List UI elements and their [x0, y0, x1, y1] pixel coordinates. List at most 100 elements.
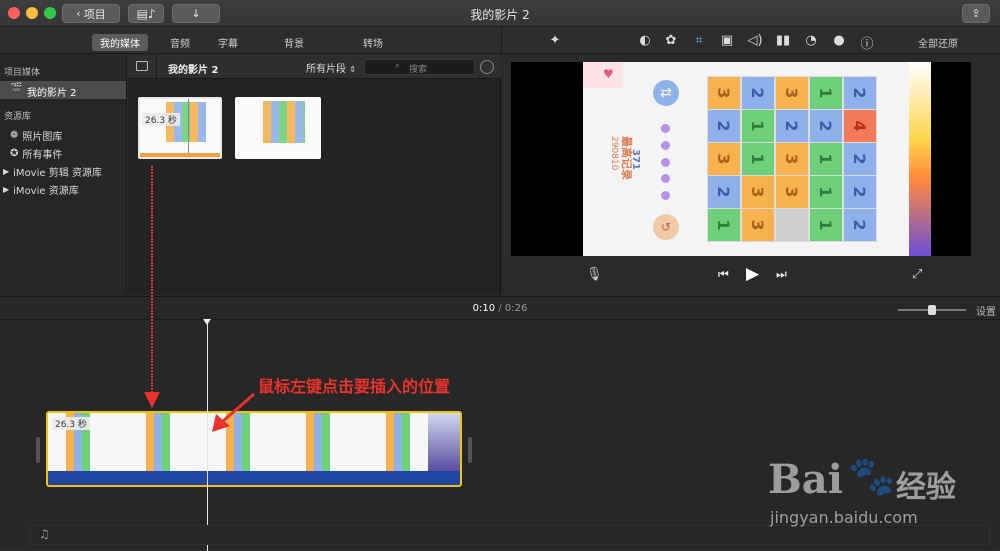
grid-cell[interactable]: 1: [810, 143, 842, 175]
grid-cell[interactable]: 2: [708, 176, 740, 208]
play-icon[interactable]: ▶: [746, 264, 759, 284]
clip-filter-dropdown[interactable]: 所有片段 ⇕: [306, 60, 356, 75]
grid-cell[interactable]: 2: [844, 143, 876, 175]
grid-cell[interactable]: 2: [742, 77, 774, 109]
grid-cell[interactable]: 3: [776, 143, 808, 175]
score-value: 371: [629, 149, 641, 170]
search-icon: ⌕: [395, 61, 401, 71]
undo-icon[interactable]: ↺: [653, 214, 679, 240]
timeline-left-handle[interactable]: [36, 437, 40, 463]
viewer: ♥ 最高记录 290810 371 ⇄ ↺ 323122122431312233…: [502, 55, 1000, 295]
window-title: 我的影片 2: [470, 8, 530, 22]
grid-cell[interactable]: 2: [844, 209, 876, 241]
media-clip-1[interactable]: 26.3 秒: [138, 97, 222, 159]
swap-icon[interactable]: ⇄: [653, 80, 679, 106]
paw-icon: 🐾: [848, 454, 896, 498]
timeline-clip[interactable]: 26.3 秒: [46, 411, 462, 487]
clip-frames: [48, 413, 460, 471]
disclosure-triangle-icon[interactable]: ▶: [3, 167, 9, 176]
clip-filter-label: 所有片段: [306, 64, 346, 75]
skimmer-line: [188, 99, 189, 157]
sidebar-item-photos[interactable]: ❁ 照片图库: [10, 128, 62, 143]
sidebar-toggle-icon[interactable]: [136, 61, 148, 71]
tab-audio[interactable]: 音频: [170, 35, 190, 50]
sidebar-item-label: 照片图库: [22, 132, 63, 143]
settings-gear-icon[interactable]: [480, 60, 494, 74]
grid-cell[interactable]: 1: [810, 209, 842, 241]
grid-cell[interactable]: 1: [810, 176, 842, 208]
media-clip-2[interactable]: [235, 97, 321, 159]
sidebar-item-imovie-library[interactable]: ▶ iMovie 资源库: [3, 182, 79, 197]
section-project-media: 项目媒体: [4, 68, 41, 78]
app-banner: [909, 62, 931, 256]
record-value: 290810: [609, 136, 619, 171]
tab-transitions[interactable]: 转场: [363, 35, 383, 50]
toolbar: 我的媒体 音频 字幕 背景 转场 ✦ ◐ ✿ ⌗ ▣ ◁) ▮▮ ◔ ● ⓘ 全…: [0, 27, 1000, 54]
microphone-icon[interactable]: 🎙: [586, 267, 603, 282]
grid-cell[interactable]: 3: [708, 143, 740, 175]
skip-forward-icon[interactable]: ⏭: [776, 267, 787, 282]
grid-cell[interactable]: 3: [742, 176, 774, 208]
playhead-marker[interactable]: [203, 319, 211, 325]
tab-backgrounds[interactable]: 背景: [284, 35, 304, 50]
filter-icon[interactable]: ●: [830, 33, 848, 49]
audio-waveform-bar[interactable]: [48, 471, 460, 485]
crop-icon[interactable]: ⌗: [690, 33, 708, 49]
grid-cell[interactable]: 3: [742, 209, 774, 241]
grid-cell[interactable]: 2: [844, 77, 876, 109]
record-block: 最高记录 290810: [587, 136, 635, 180]
watermark: Bai 🐾 经验 jingyan.baidu.com: [768, 450, 988, 540]
heart-panel: ♥: [583, 62, 623, 88]
grid-cell[interactable]: 2: [776, 110, 808, 142]
timeline-settings-button[interactable]: 设置: [976, 303, 996, 318]
grid-cell[interactable]: 3: [776, 77, 808, 109]
title-bar: ‹ 项目 ▤♪ ↓ 我的影片 2 ⇪: [0, 0, 1000, 27]
playhead[interactable]: [203, 319, 211, 551]
color-balance-icon[interactable]: ◐: [636, 33, 654, 49]
sidebar-item-project-label: 我的影片 2: [27, 88, 77, 99]
speed-icon[interactable]: ◔: [802, 33, 820, 49]
watermark-brand2: 经验: [896, 470, 956, 505]
share-button[interactable]: ⇪: [962, 4, 990, 23]
sidebar-item-label: iMovie 资源库: [13, 186, 79, 197]
volume-icon[interactable]: ◁): [746, 33, 764, 49]
section-libraries: 资源库: [4, 112, 32, 122]
skip-back-icon[interactable]: ⏮: [718, 267, 729, 282]
watermark-url: jingyan.baidu.com: [770, 508, 918, 527]
tab-titles[interactable]: 字幕: [218, 35, 238, 50]
equalizer-icon[interactable]: ▮▮: [774, 33, 792, 49]
sidebar-item-imovie-clips-library[interactable]: ▶ iMovie 剪辑 资源库: [3, 164, 102, 179]
timeline-right-handle[interactable]: [468, 437, 472, 463]
grid-cell[interactable]: 2: [810, 110, 842, 142]
grid-cell[interactable]: [776, 209, 808, 241]
grid-cell[interactable]: 1: [810, 77, 842, 109]
disclosure-triangle-icon[interactable]: ▶: [3, 185, 9, 194]
search-field[interactable]: ⌕ 搜索: [364, 59, 475, 75]
grid-cell[interactable]: 1: [708, 209, 740, 241]
tab-my-media[interactable]: 我的媒体: [92, 34, 148, 51]
video-preview: ♥ 最高记录 290810 371 ⇄ ↺ 323122122431312233…: [511, 62, 971, 256]
sidebar-item-all-events[interactable]: ✪ 所有事件: [10, 146, 62, 161]
info-icon[interactable]: ⓘ: [858, 33, 876, 52]
color-palette-icon[interactable]: ✿: [662, 33, 680, 49]
grid-cell[interactable]: 1: [742, 143, 774, 175]
grid-cell[interactable]: 3: [708, 77, 740, 109]
timeline-ruler: [0, 319, 1000, 320]
magic-wand-icon[interactable]: ✦: [546, 33, 564, 49]
grid-cell[interactable]: 2: [708, 110, 740, 142]
grid-cell[interactable]: 1: [742, 110, 774, 142]
clip-used-bar: [140, 153, 220, 157]
fullscreen-icon[interactable]: ⤢: [912, 267, 922, 282]
zoom-slider[interactable]: [898, 305, 966, 315]
grid-cell[interactable]: 3: [776, 176, 808, 208]
camera-icon[interactable]: ▣: [718, 33, 736, 49]
sidebar-item-project[interactable]: 🎬 我的影片 2: [0, 81, 126, 99]
grid-cell[interactable]: 2: [844, 176, 876, 208]
clip-duration-badge: 26.3 秒: [52, 417, 90, 430]
updown-chevron-icon: ⇕: [349, 65, 356, 74]
clip-thumbnail-image: [263, 101, 305, 143]
sidebar: 项目媒体 🎬 我的影片 2 资源库 ❁ 照片图库 ✪ 所有事件 ▶ iMovie…: [0, 55, 127, 295]
grid-cell[interactable]: 4: [844, 110, 876, 142]
zoom-slider-knob[interactable]: [928, 305, 936, 315]
reset-all-button[interactable]: 全部还原: [918, 35, 958, 50]
